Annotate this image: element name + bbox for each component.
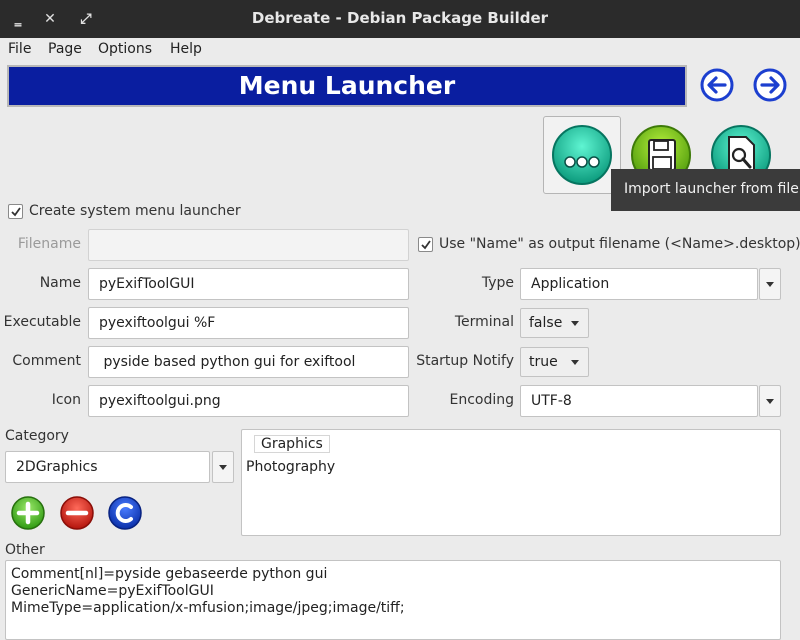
other-line: GenericName=pyExifToolGUI [11,583,214,599]
page-title: Menu Launcher [7,65,687,107]
category-dropdown-button[interactable] [212,451,234,483]
name-label: Name [39,275,81,291]
other-line: MimeType=application/x-mfusion;image/jpe… [11,600,405,616]
minus-icon [60,496,94,530]
filename-field[interactable] [88,229,409,261]
executable-field[interactable]: pyexiftoolgui %F [88,307,409,339]
create-launcher-label: Create system menu launcher [29,203,241,219]
icon-field[interactable]: pyexiftoolgui.png [88,385,409,417]
window-title: Debreate - Debian Package Builder [251,9,549,27]
comment-label: Comment [12,353,81,369]
plus-icon [11,496,45,530]
use-name-output-checkbox[interactable] [418,237,433,252]
menu-file[interactable]: File [8,41,31,57]
remove-category-button[interactable] [60,496,94,530]
startup-notify-value: true [529,354,558,370]
encoding-dropdown-button[interactable] [759,385,781,417]
other-label: Other [5,542,45,558]
options-button[interactable] [551,124,613,186]
category-field[interactable]: 2DGraphics [5,451,210,483]
add-category-button[interactable] [11,496,45,530]
category-label: Category [5,428,69,444]
startup-notify-label: Startup Notify [416,353,514,369]
checkmark-icon [421,240,431,250]
menu-bar: File Page Options Help [0,38,800,62]
chevron-down-icon [571,360,579,365]
title-bar: ‗ ✕ ⤢ Debreate - Debian Package Builder [0,0,800,38]
arrow-left-icon [700,68,734,102]
terminal-value: false [529,315,563,331]
comment-field[interactable]: pyside based python gui for exiftool [88,346,409,378]
executable-label: Executable [3,314,81,330]
type-field[interactable]: Application [520,268,758,300]
back-button[interactable] [699,67,735,103]
arrow-right-icon [753,68,787,102]
type-label: Type [481,275,514,291]
chevron-down-icon [219,465,227,470]
category-list-item[interactable]: Photography [246,459,335,475]
clear-icon [108,496,142,530]
chevron-down-icon [766,399,774,404]
encoding-field[interactable]: UTF-8 [520,385,758,417]
menu-page[interactable]: Page [48,41,82,57]
checkmark-icon [11,207,21,217]
create-launcher-checkbox[interactable] [8,204,23,219]
encoding-label: Encoding [449,392,514,408]
use-name-output-label: Use "Name" as output filename (<Name>.de… [439,236,800,252]
import-tooltip: Import launcher from file [611,169,800,211]
type-dropdown-button[interactable] [759,268,781,300]
forward-button[interactable] [752,67,788,103]
startup-notify-select[interactable]: true [520,347,589,377]
menu-help[interactable]: Help [170,41,202,57]
filename-label: Filename [17,236,81,252]
clear-categories-button[interactable] [108,496,142,530]
other-line: Comment[nl]=pyside gebaseerde python gui [11,566,328,582]
name-field[interactable]: pyExifToolGUI [88,268,409,300]
chevron-down-icon [571,321,579,326]
menu-options[interactable]: Options [98,41,152,57]
category-list[interactable]: Graphics Photography [241,429,781,536]
chevron-down-icon [766,282,774,287]
terminal-label: Terminal [454,314,514,330]
icon-label: Icon [51,392,81,408]
more-options-icon [552,125,612,185]
other-textarea[interactable]: Comment[nl]=pyside gebaseerde python gui… [5,560,781,640]
terminal-select[interactable]: false [520,308,589,338]
category-list-item[interactable]: Graphics [254,435,330,453]
